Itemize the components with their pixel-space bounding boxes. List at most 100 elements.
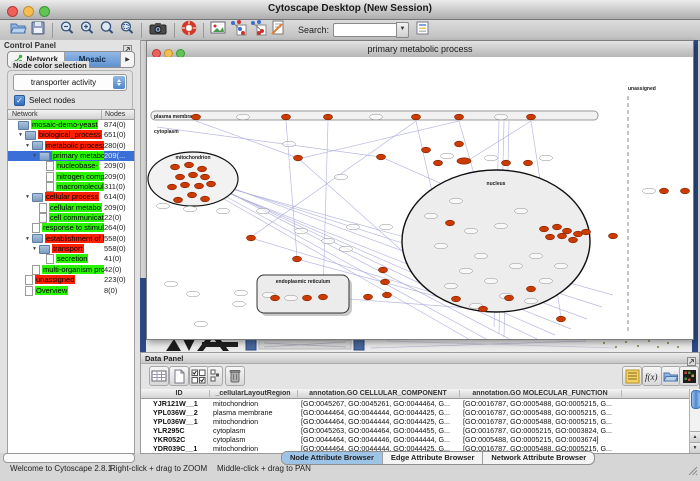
delete-attribute-button[interactable] [225, 366, 245, 386]
expander-icon[interactable]: ▼ [25, 141, 32, 151]
graph-node[interactable] [557, 316, 566, 322]
graph-node[interactable] [569, 237, 578, 243]
tree-row[interactable]: mosaic-demo-yeast874(0) [8, 120, 134, 130]
table-scrollbar[interactable]: ▲ ▼ [689, 389, 700, 453]
graph-node[interactable] [377, 154, 386, 160]
graph-node[interactable] [188, 192, 197, 198]
node-color-dropdown[interactable]: transporter activity [13, 74, 127, 91]
graph-node[interactable] [247, 235, 256, 241]
graph-node[interactable] [282, 114, 291, 120]
search-index-button[interactable] [413, 21, 433, 39]
help-button[interactable] [179, 21, 199, 39]
column-header[interactable]: annotation.GO MOLECULAR_FUNCTION [459, 390, 622, 397]
tree-row[interactable]: Overview8(0) [8, 286, 134, 296]
scrollbar-thumb[interactable] [691, 390, 700, 409]
tree-row[interactable]: ▼primary metabol209(... [8, 151, 134, 161]
tree-row[interactable]: ▼metabolic process280(0) [8, 141, 134, 151]
graph-node[interactable] [479, 306, 488, 312]
graph-node[interactable] [171, 164, 180, 170]
graph-node[interactable] [383, 292, 392, 298]
network-window-titlebar[interactable]: primary metabolic process [147, 41, 693, 58]
select-attributes-button[interactable] [149, 366, 169, 386]
graph-node[interactable] [434, 160, 443, 166]
heatmap-button[interactable] [679, 366, 699, 386]
graph-node[interactable] [293, 256, 302, 262]
search-input[interactable] [333, 23, 396, 37]
expander-icon[interactable]: ▼ [25, 234, 32, 244]
graph-node[interactable] [303, 295, 312, 301]
table-row[interactable]: YPL036W__2plasma membrane[GO:0044464, GO… [141, 408, 689, 417]
graph-node[interactable] [527, 286, 536, 292]
graph-node[interactable] [207, 181, 216, 187]
tree-row[interactable]: ▼transport558(0) [8, 244, 134, 254]
tree-row[interactable]: cell communicat22(0) [8, 213, 134, 223]
table-row[interactable]: YJR121W__1mitochondrion[GO:0045267, GO:0… [141, 399, 689, 408]
graph-node[interactable] [201, 174, 210, 180]
table-row[interactable]: YKR052Ccytoplasm[GO:0044464, GO:0044446,… [141, 435, 689, 444]
table-row[interactable]: YPL036W__1mitochondrion[GO:0044464, GO:0… [141, 417, 689, 426]
graph-node[interactable] [660, 188, 669, 194]
graph-node[interactable] [558, 233, 567, 239]
layout-nodes-a-button[interactable] [228, 21, 248, 39]
tree-row[interactable]: macromolecule311(0) [8, 182, 134, 192]
network-canvas[interactable]: plasma membrane cytoplasm mitochondrion … [147, 57, 693, 339]
tree-row[interactable]: ▼establishment of lo558(0) [8, 234, 134, 244]
graph-node[interactable] [505, 295, 514, 301]
zoom-out-button[interactable] [57, 21, 77, 39]
tree-row[interactable]: response to stimulu264(0) [8, 223, 134, 233]
table-row[interactable]: YLR295Ccytoplasm[GO:0045263, GO:0044464,… [141, 426, 689, 435]
graph-node[interactable] [379, 267, 388, 273]
resize-grip[interactable] [688, 463, 698, 481]
tree-row[interactable]: multi-organism pro42(0) [8, 265, 134, 275]
graph-node[interactable] [198, 166, 207, 172]
new-attribute-button[interactable] [169, 366, 189, 386]
tree-row[interactable]: secretion41(0) [8, 254, 134, 264]
graph-node[interactable] [189, 172, 198, 178]
graph-node[interactable] [381, 279, 390, 285]
open-session-button[interactable] [8, 21, 28, 39]
graph-node[interactable] [364, 294, 373, 300]
import-attributes-button[interactable] [622, 366, 642, 386]
tree-row[interactable]: nucleobase-209(0) [8, 161, 134, 171]
graph-node[interactable] [324, 114, 333, 120]
column-header[interactable]: annotation.GO CELLULAR_COMPONENT [297, 390, 460, 397]
graph-node[interactable] [457, 158, 471, 164]
expander-icon[interactable]: ▼ [32, 151, 39, 161]
open-attributes-button[interactable] [661, 366, 681, 386]
graph-node[interactable] [553, 224, 562, 230]
graph-node[interactable] [195, 183, 204, 189]
column-header[interactable]: _cellularLayoutRegion [209, 390, 298, 397]
tab-edge-attribute-browser[interactable]: Edge Attribute Browser [383, 452, 483, 464]
tab-overflow-arrow[interactable]: ▶ [121, 52, 134, 67]
annotation-button[interactable] [268, 21, 288, 39]
zoom-in-button[interactable] [77, 21, 97, 39]
tree-row[interactable]: ▼biological_process651(0) [8, 130, 134, 140]
graph-node[interactable] [174, 197, 183, 203]
attribute-matrix-small-button[interactable] [207, 366, 223, 386]
expander-icon[interactable]: ▼ [25, 192, 32, 202]
tab-network-attribute-browser[interactable]: Network Attribute Browser [483, 452, 594, 464]
graph-node[interactable] [422, 147, 431, 153]
graph-node[interactable] [546, 234, 555, 240]
region-nucleus[interactable] [402, 170, 590, 312]
save-session-button[interactable] [28, 21, 48, 39]
graph-node[interactable] [412, 114, 421, 120]
tab-node-attribute-browser[interactable]: Node Attribute Browser [282, 452, 383, 464]
graph-node[interactable] [540, 226, 549, 232]
graph-node[interactable] [192, 114, 201, 120]
search-dropdown-button[interactable]: ▼ [396, 22, 409, 38]
select-nodes-checkbox[interactable]: ✓ [14, 95, 25, 106]
tree-row[interactable]: nitrogen compo209(0) [8, 172, 134, 182]
graph-node[interactable] [452, 296, 461, 302]
scroll-up-button[interactable]: ▲ [690, 431, 700, 442]
graph-node[interactable] [168, 184, 177, 190]
layout-nodes-b-button[interactable] [248, 21, 268, 39]
tree-row[interactable]: cellular metabo209(0) [8, 203, 134, 213]
attribute-matrix-button[interactable] [189, 366, 209, 386]
graph-node[interactable] [502, 160, 511, 166]
function-builder-button[interactable]: f(x) [642, 366, 662, 386]
graph-node[interactable] [176, 174, 185, 180]
vizmapper-button[interactable] [208, 21, 228, 39]
scroll-down-button[interactable]: ▼ [690, 442, 700, 453]
graph-node[interactable] [574, 231, 583, 237]
